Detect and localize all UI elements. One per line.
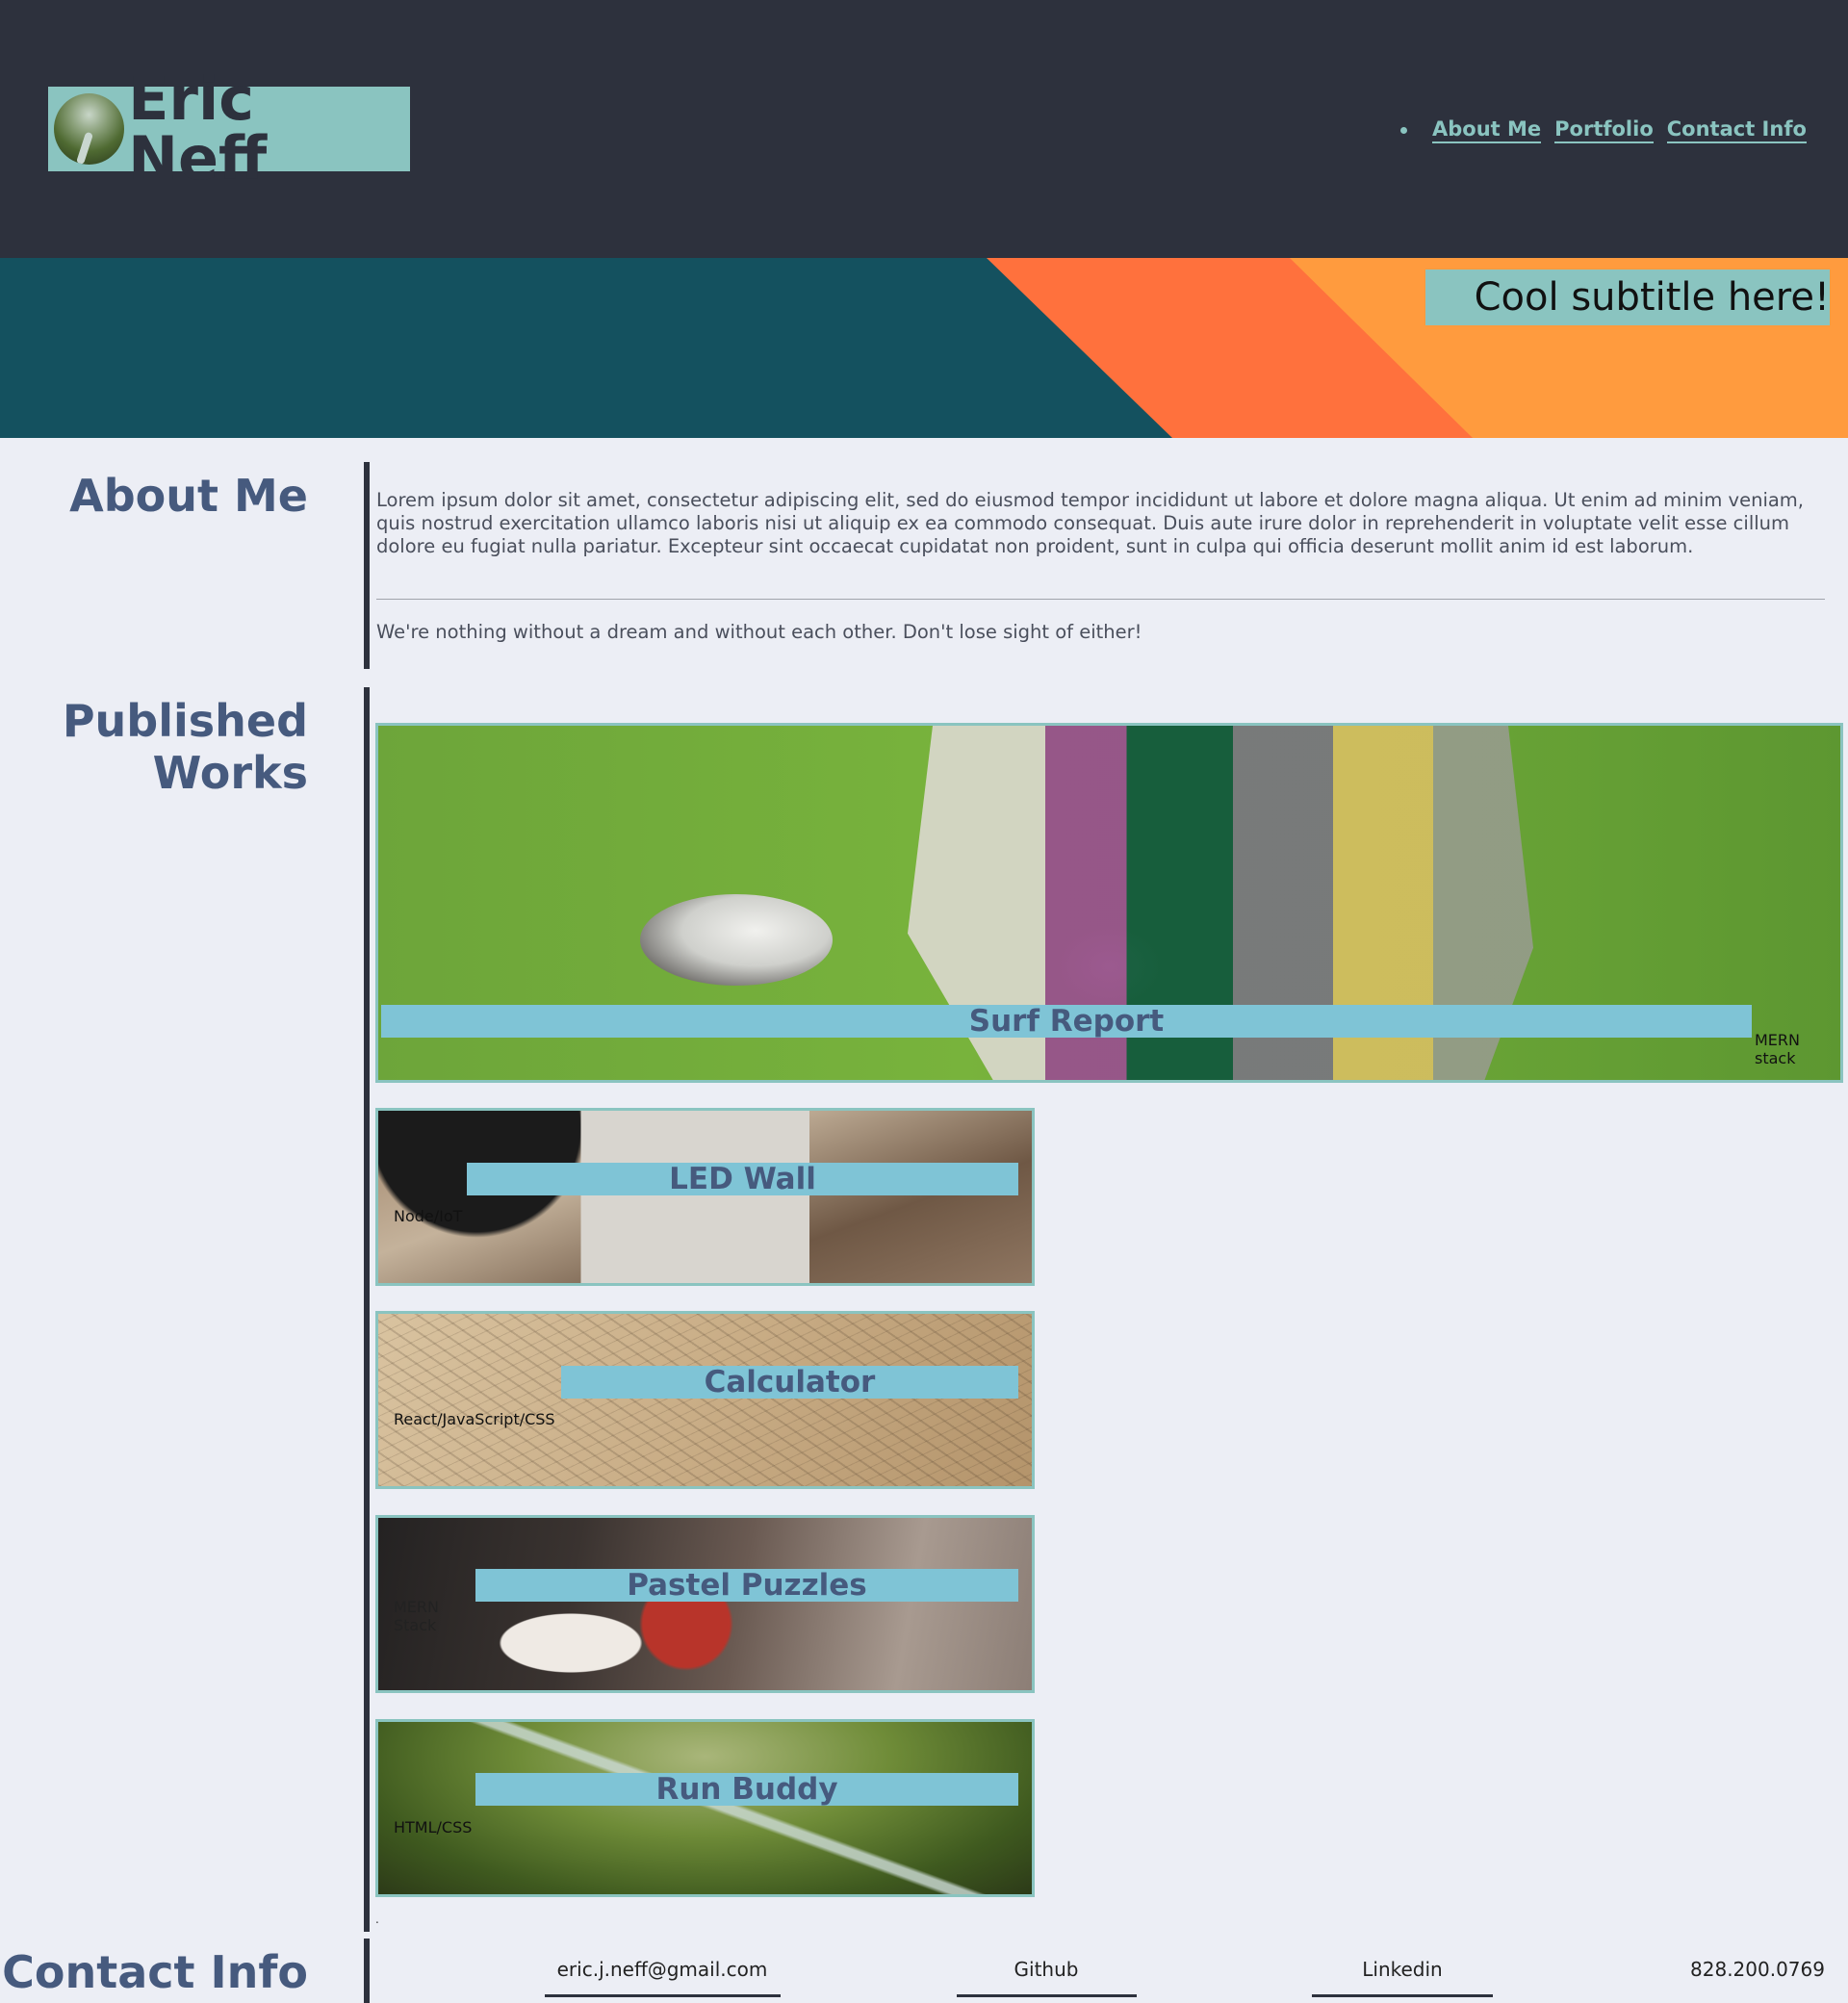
run-buddy-image (378, 1722, 1032, 1894)
work-tech-line1: MERN (1755, 1031, 1800, 1049)
contact-linkedin-underline (1312, 1994, 1493, 1997)
led-wall-image (378, 1111, 1032, 1283)
about-rule (376, 599, 1825, 600)
nav-about-me[interactable]: About Me (1432, 117, 1542, 143)
work-tech-line1: MERN (394, 1598, 439, 1616)
work-card-led-wall[interactable]: LED Wall Node/IoT (375, 1108, 1035, 1286)
work-card-calculator[interactable]: Calculator React/JavaScript/CSS (375, 1311, 1035, 1489)
work-title[interactable]: Pastel Puzzles (475, 1568, 1018, 1603)
work-title[interactable]: Calculator (561, 1365, 1018, 1400)
hero-dark-shape (0, 258, 1172, 438)
hero-subtitle: Cool subtitle here! (1474, 275, 1830, 320)
brand-name: Eric Neff (128, 64, 268, 193)
works-heading-line2: Works (152, 747, 308, 800)
landscape-avatar-icon (54, 93, 125, 165)
work-tech: MERN Stack (394, 1598, 439, 1634)
hero-banner: Cool subtitle here! (0, 258, 1848, 438)
contact-github-underline (957, 1994, 1137, 1997)
work-title[interactable]: Surf Report (381, 1004, 1752, 1039)
contact-divider-bar (364, 1939, 370, 2003)
nav-portfolio[interactable]: Portfolio (1554, 117, 1654, 143)
calculator-image (378, 1314, 1032, 1486)
subtitle-box: Cool subtitle here! (1425, 270, 1830, 325)
pastel-puzzles-image (378, 1518, 1032, 1690)
about-quote: We're nothing without a dream and withou… (376, 621, 1142, 643)
contact-github-link[interactable]: Github (957, 1958, 1136, 1981)
trailing-mark: . (375, 1913, 379, 1926)
main-nav: About Me Portfolio Contact Info (1400, 117, 1807, 143)
works-heading-line1: Published (62, 695, 308, 747)
works-divider-bar (364, 687, 370, 1932)
nav-contact-info[interactable]: Contact Info (1666, 117, 1807, 143)
work-title[interactable]: LED Wall (467, 1162, 1018, 1196)
about-heading: About Me (69, 470, 308, 522)
work-tech: MERN stack (1755, 1031, 1800, 1067)
work-title[interactable]: Run Buddy (475, 1772, 1018, 1807)
works-heading: Published Works (63, 695, 308, 800)
work-tech: HTML/CSS (394, 1818, 473, 1836)
work-card-surf-report[interactable]: Surf Report MERN stack (375, 723, 1843, 1083)
bullet-icon (1400, 127, 1407, 134)
contact-email-underline (545, 1994, 781, 1997)
contact-linkedin-link[interactable]: Linkedin (1312, 1958, 1493, 1981)
about-divider-bar (364, 462, 370, 669)
work-tech-line2: Stack (394, 1616, 437, 1634)
work-card-run-buddy[interactable]: Run Buddy HTML/CSS (375, 1719, 1035, 1897)
site-header: Eric Neff About Me Portfolio Contact Inf… (0, 0, 1848, 258)
brand-logo[interactable]: Eric Neff (48, 69, 410, 189)
work-tech: Node/IoT (394, 1207, 463, 1225)
contact-heading: Contact Info (2, 1946, 308, 1998)
work-tech-line2: stack (1755, 1049, 1796, 1067)
contact-email-link[interactable]: eric.j.neff@gmail.com (545, 1958, 780, 1981)
work-tech: React/JavaScript/CSS (394, 1410, 555, 1428)
about-paragraph: Lorem ipsum dolor sit amet, consectetur … (376, 489, 1804, 557)
contact-phone-link[interactable]: 828.200.0769 (1675, 1958, 1840, 1981)
surf-report-dog-image (640, 894, 833, 986)
work-card-pastel-puzzles[interactable]: Pastel Puzzles MERN Stack (375, 1515, 1035, 1693)
